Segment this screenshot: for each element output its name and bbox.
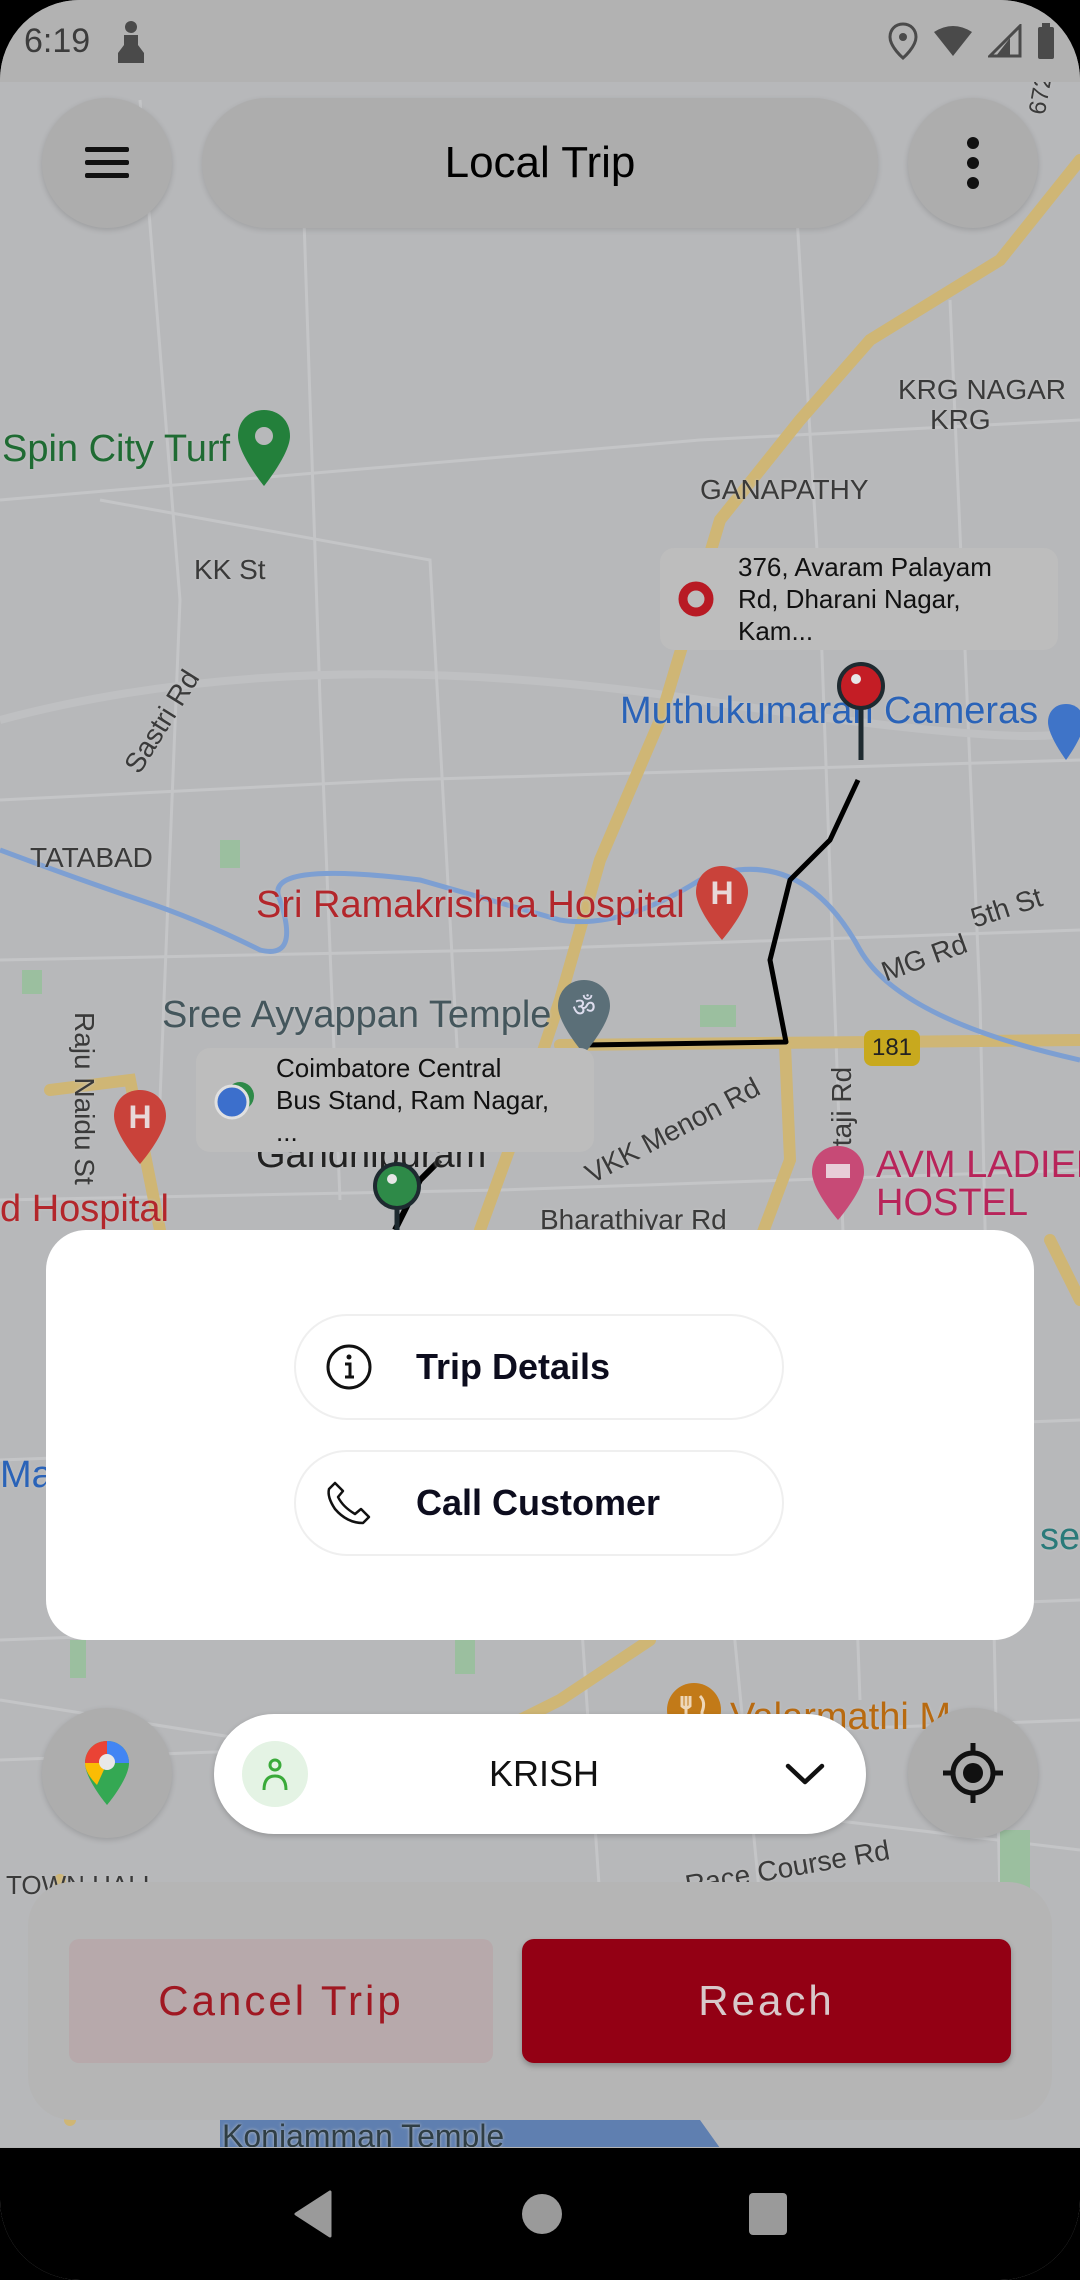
- avatar: [242, 1741, 308, 1807]
- hamburger-menu-icon: [85, 147, 129, 178]
- map-view[interactable]: Spin City Turf KRG NAGAR KRG GANAPATHY K…: [0, 82, 1080, 2147]
- wifi-icon: [934, 26, 972, 56]
- person-notification-icon: [118, 21, 145, 63]
- call-customer-label: Call Customer: [416, 1482, 661, 1523]
- shopping-pin-icon[interactable]: [1046, 702, 1080, 762]
- phone-icon: [327, 1481, 371, 1525]
- place-pin-icon[interactable]: [236, 408, 292, 488]
- reach-button[interactable]: Reach: [522, 1939, 1011, 2063]
- status-bar: 6:19: [0, 0, 1080, 82]
- my-location-icon: [943, 1743, 1003, 1803]
- hospital-pin-left-icon[interactable]: H: [112, 1088, 168, 1166]
- origin-dot-icon: [214, 1082, 254, 1120]
- map-label-hostel[interactable]: HOSTEL: [876, 1182, 1028, 1225]
- phone-screen: Spin City Turf KRG NAGAR KRG GANAPATHY K…: [0, 0, 1080, 2280]
- svg-text:ॐ: ॐ: [572, 993, 596, 1023]
- call-customer-button[interactable]: Call Customer: [294, 1450, 784, 1556]
- map-label-muthukumaran-cameras[interactable]: Muthukumaran Cameras: [620, 690, 1038, 733]
- chevron-down-icon: [785, 1763, 825, 1785]
- map-label-avm-ladies[interactable]: AVM LADIEE: [876, 1144, 1080, 1187]
- info-icon: [326, 1344, 372, 1390]
- map-label-koniamman-temple: Koniamman Temple: [222, 2118, 505, 2147]
- map-label-ma: Ma: [0, 1454, 53, 1496]
- destination-marker-icon[interactable]: [836, 662, 886, 762]
- home-icon[interactable]: [521, 2193, 563, 2235]
- user-icon: [262, 1758, 288, 1791]
- google-maps-icon: [85, 1741, 129, 1805]
- battery-icon: [1038, 23, 1054, 59]
- map-label-raju-naidu-st: Raju Naidu St: [69, 1012, 100, 1185]
- driver-name: KRISH: [488, 1753, 600, 1794]
- recents-icon[interactable]: [748, 2192, 788, 2236]
- menu-button[interactable]: [42, 98, 172, 228]
- cancel-trip-button[interactable]: Cancel Trip: [69, 1939, 493, 2063]
- open-google-maps-button[interactable]: [42, 1708, 172, 1838]
- svg-text:H: H: [710, 875, 733, 911]
- destination-line-1: 376, Avaram Palayam: [738, 552, 992, 582]
- back-icon[interactable]: [292, 2190, 336, 2238]
- location-icon: [888, 22, 918, 60]
- map-label-sree-ayyappan-temple[interactable]: Sree Ayyappan Temple: [162, 994, 551, 1037]
- trip-details-button[interactable]: Trip Details: [294, 1314, 784, 1420]
- route-181-shield: 181: [864, 1030, 920, 1066]
- destination-line-2: Rd, Dharani Nagar, Kam...: [738, 584, 961, 646]
- trip-actions-modal: Trip Details Call Customer: [46, 1230, 1034, 1640]
- map-label-sri-ramakrishna-hospital[interactable]: Sri Ramakrishna Hospital: [256, 884, 685, 927]
- status-time: 6:19: [24, 21, 91, 60]
- destination-address-bubble[interactable]: 376, Avaram Palayam Rd, Dharani Nagar, K…: [660, 548, 1058, 650]
- map-label-ganapathy: GANAPATHY: [700, 474, 869, 505]
- more-vertical-icon: [967, 137, 979, 189]
- map-label-krg-nagar: KRG NAGAR: [898, 374, 1067, 405]
- driver-selector[interactable]: KRISH: [214, 1714, 866, 1834]
- map-label-spin-city-turf[interactable]: Spin City Turf: [2, 428, 230, 471]
- hostel-pin-icon[interactable]: [810, 1144, 866, 1222]
- system-navigation-bar: [0, 2148, 1080, 2280]
- trip-details-label: Trip Details: [416, 1346, 611, 1387]
- signal-icon: [988, 24, 1022, 58]
- map-label-tatabad: TATABAD: [30, 842, 153, 873]
- hospital-pin-icon[interactable]: H: [694, 864, 750, 942]
- map-label-krg: KRG: [930, 404, 991, 435]
- svg-text:H: H: [128, 1099, 151, 1135]
- more-options-button[interactable]: [908, 98, 1038, 228]
- origin-line-1: Coimbatore Central: [276, 1053, 502, 1083]
- map-label-kk-st: KK St: [194, 554, 266, 585]
- temple-pin-icon[interactable]: ॐ: [556, 978, 612, 1056]
- map-label-se: se: [1040, 1516, 1080, 1558]
- destination-dot-icon: [678, 581, 714, 617]
- page-title: Local Trip: [202, 98, 878, 228]
- my-location-button[interactable]: [908, 1708, 1038, 1838]
- origin-line-2: Bus Stand, Ram Nagar, ...: [276, 1085, 550, 1147]
- origin-address-bubble[interactable]: Coimbatore Central Bus Stand, Ram Nagar,…: [196, 1048, 594, 1152]
- map-label-hospital-left[interactable]: d Hospital: [0, 1188, 169, 1231]
